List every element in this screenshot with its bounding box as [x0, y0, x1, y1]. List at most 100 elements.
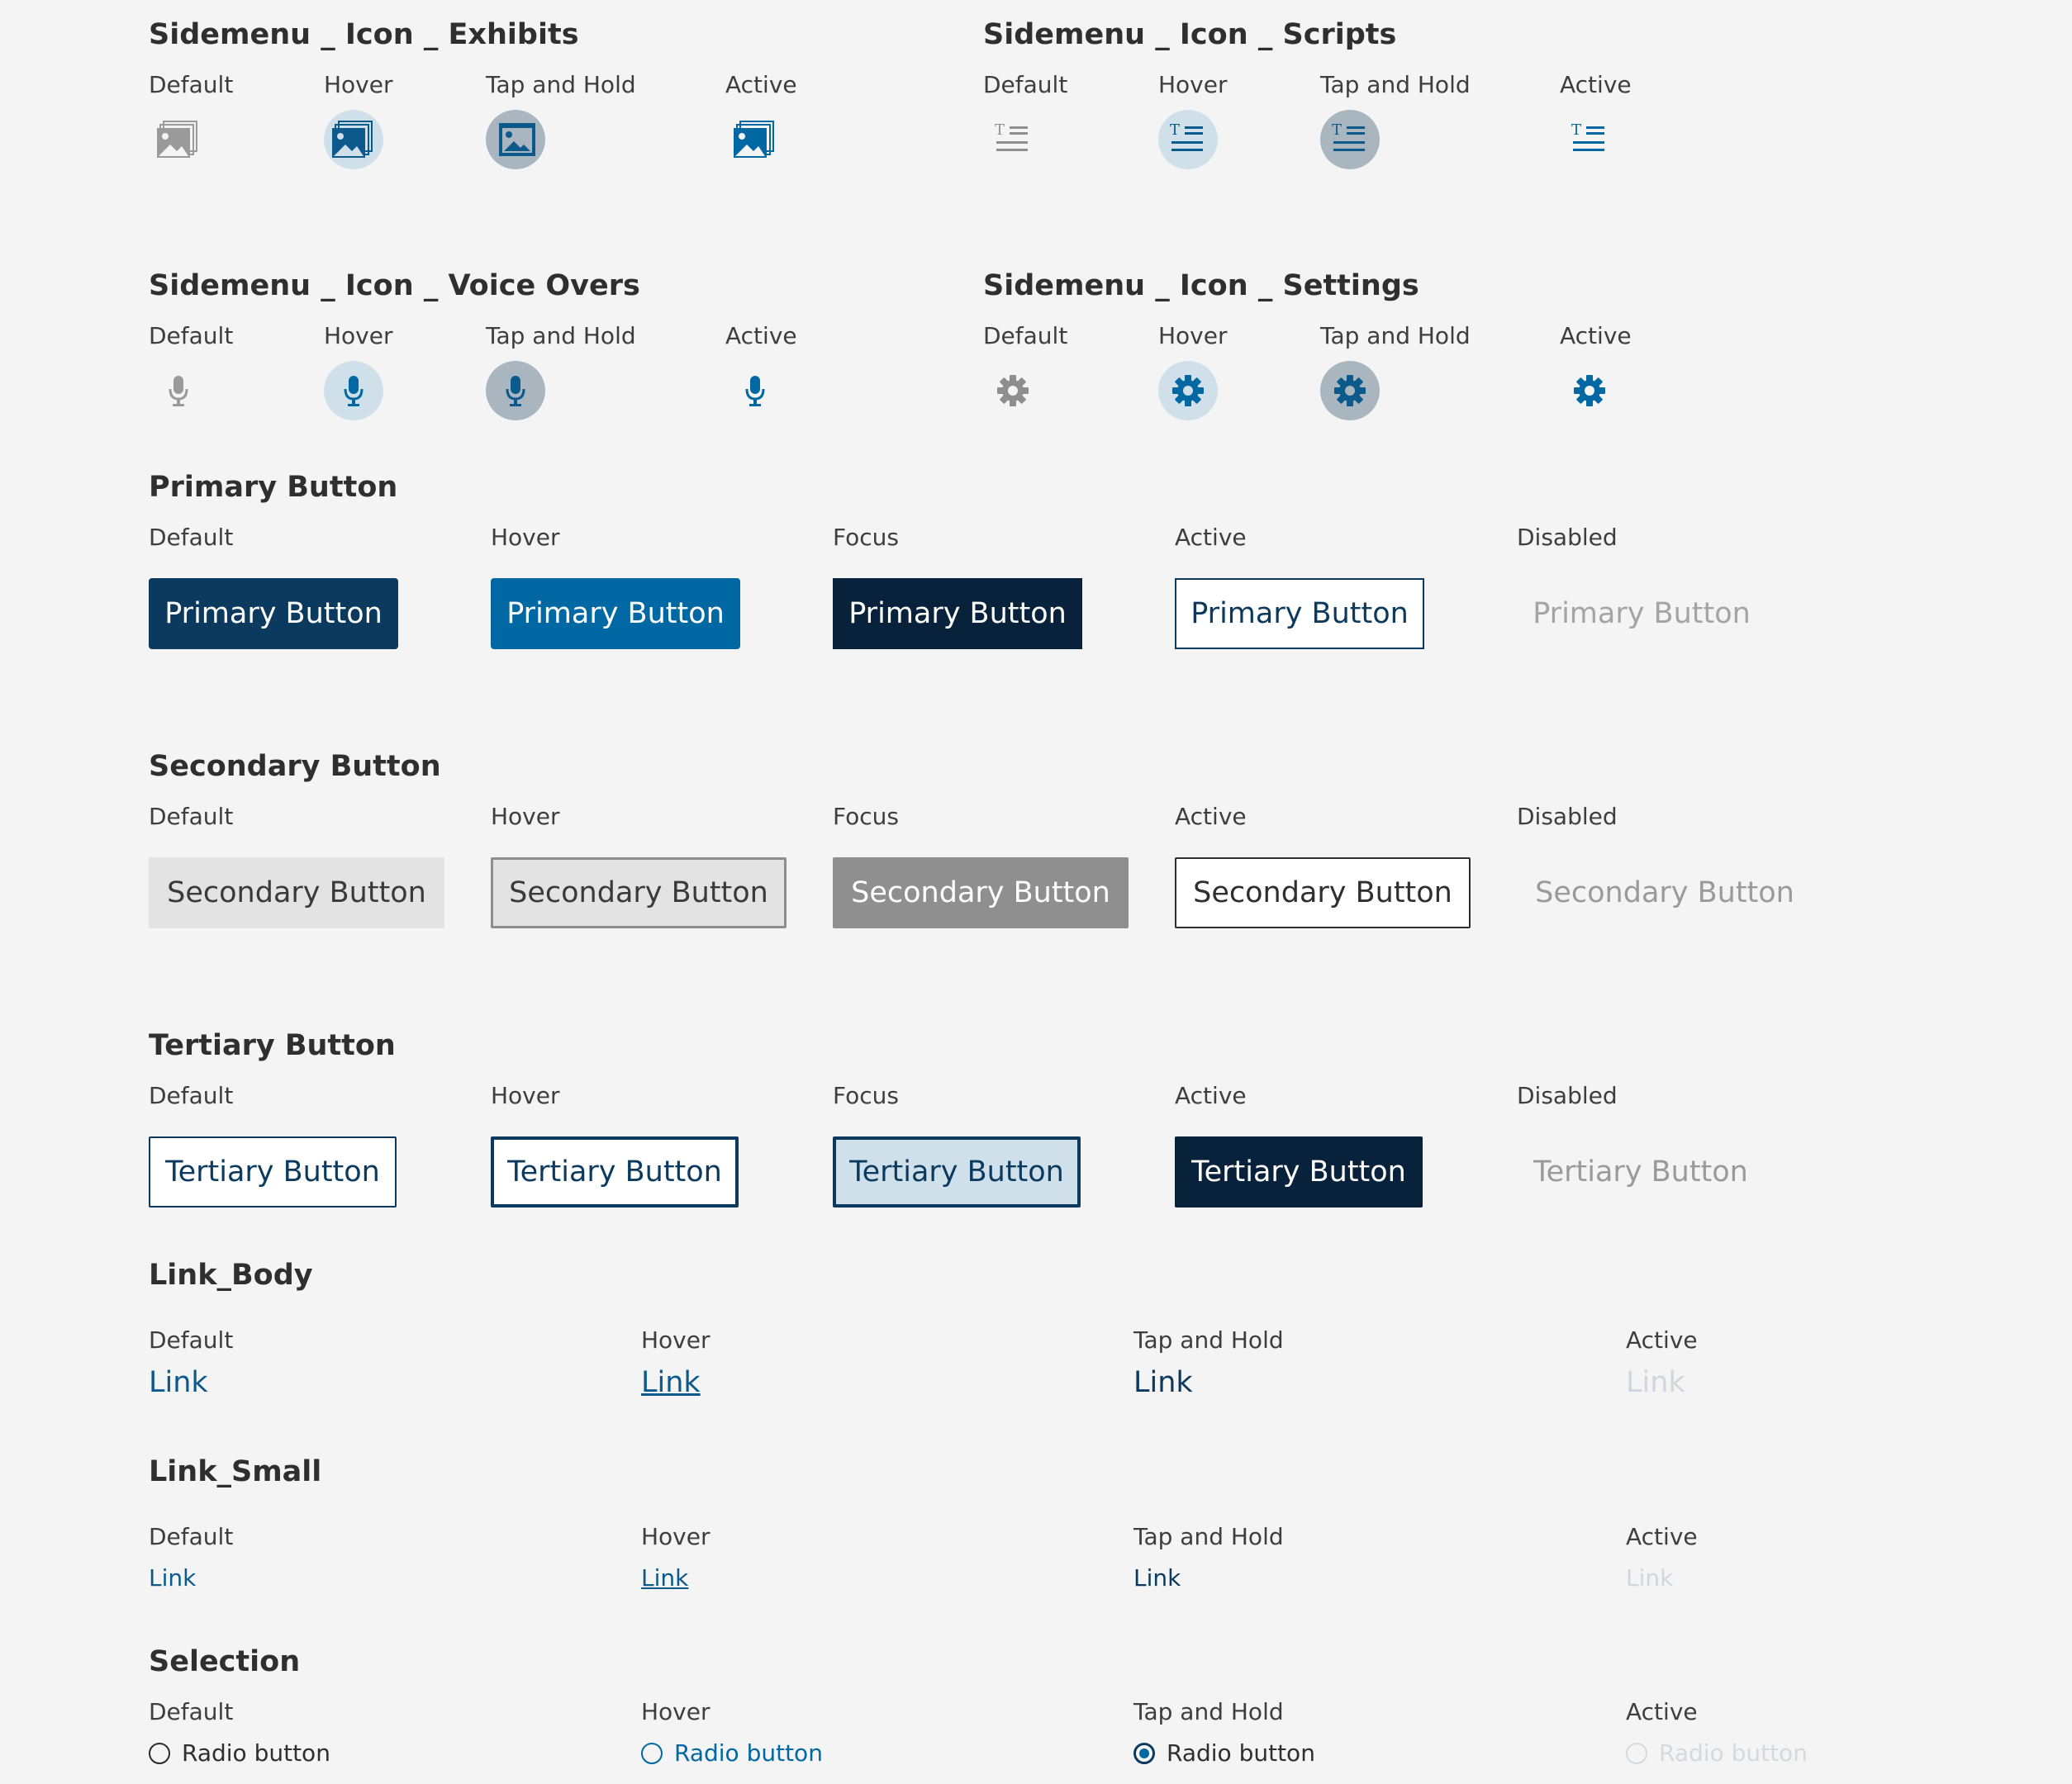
tertiary-button-hover[interactable]: Tertiary Button	[491, 1136, 739, 1208]
primary-button-disabled: Primary Button	[1533, 597, 1751, 630]
scripts-default-button[interactable]: T	[983, 110, 1043, 169]
settings-active-button[interactable]	[1560, 361, 1619, 420]
section-title-link-body: Link_Body	[149, 1259, 313, 1292]
settings-default-button[interactable]	[983, 361, 1043, 420]
state-label-hover: Hover	[1158, 322, 1228, 349]
exhibits-hover-button[interactable]	[324, 110, 383, 169]
image-stack-icon	[499, 123, 535, 156]
state-label-disabled: Disabled	[1517, 1082, 1618, 1109]
state-label-tap-hold: Tap and Hold	[486, 322, 636, 349]
state-label-active: Active	[725, 322, 797, 349]
link-small-tap-hold[interactable]: Link	[1133, 1564, 1181, 1592]
section-title-selection: Selection	[149, 1645, 301, 1678]
secondary-button-hover[interactable]: Secondary Button	[491, 857, 787, 928]
gear-icon	[1172, 375, 1204, 406]
primary-button-active[interactable]: Primary Button	[1175, 578, 1424, 649]
radio-label: Radio button	[674, 1739, 823, 1767]
radio-button-tap-hold[interactable]: Radio button	[1133, 1739, 1315, 1767]
state-label-tap-hold: Tap and Hold	[486, 71, 636, 98]
secondary-button-default[interactable]: Secondary Button	[149, 857, 444, 928]
tertiary-button-active[interactable]: Tertiary Button	[1175, 1136, 1423, 1208]
link-body-default[interactable]: Link	[149, 1366, 208, 1399]
state-label-hover: Hover	[1158, 71, 1228, 98]
image-stack-icon	[157, 121, 197, 158]
gear-icon	[1334, 375, 1366, 406]
state-label-focus: Focus	[833, 1082, 899, 1109]
text-lines-icon: T	[1170, 121, 1203, 151]
primary-button-focus[interactable]: Primary Button	[833, 578, 1082, 649]
tertiary-button-default[interactable]: Tertiary Button	[149, 1136, 397, 1208]
state-label-default: Default	[983, 71, 1068, 98]
voice-overs-hover-button[interactable]	[324, 361, 383, 420]
state-label-hover: Hover	[491, 1082, 560, 1109]
voice-overs-active-button[interactable]	[725, 361, 785, 420]
link-small-hover[interactable]: Link	[641, 1564, 688, 1592]
state-label-default: Default	[149, 1523, 234, 1550]
state-label-hover: Hover	[324, 71, 393, 98]
gear-icon	[997, 375, 1029, 406]
link-small-default[interactable]: Link	[149, 1564, 196, 1592]
state-label-active: Active	[1175, 803, 1247, 830]
link-body-tap-hold[interactable]: Link	[1133, 1366, 1193, 1399]
scripts-hover-button[interactable]: T	[1158, 110, 1218, 169]
state-label-active: Active	[1175, 524, 1247, 551]
voice-overs-tap-hold-button[interactable]	[486, 361, 545, 420]
radio-label: Radio button	[1167, 1739, 1315, 1767]
state-label-default: Default	[149, 1326, 234, 1354]
state-label-default: Default	[983, 322, 1068, 349]
state-label-tap-hold: Tap and Hold	[1320, 71, 1471, 98]
state-label-tap-hold: Tap and Hold	[1133, 1698, 1284, 1725]
section-title-settings: Sidemenu _ Icon _ Settings	[983, 269, 1419, 302]
radio-button-active[interactable]: Radio button	[1626, 1739, 1808, 1767]
section-title-primary-button: Primary Button	[149, 471, 398, 504]
svg-text:T: T	[1571, 121, 1581, 139]
state-label-default: Default	[149, 71, 234, 98]
scripts-active-button[interactable]: T	[1560, 110, 1619, 169]
image-stack-icon	[332, 121, 373, 158]
state-label-default: Default	[149, 524, 234, 551]
secondary-button-focus[interactable]: Secondary Button	[833, 857, 1129, 928]
voice-overs-default-button[interactable]	[149, 361, 208, 420]
tertiary-button-disabled: Tertiary Button	[1533, 1155, 1748, 1189]
radio-button-hover[interactable]: Radio button	[641, 1739, 823, 1767]
link-body-active[interactable]: Link	[1626, 1366, 1685, 1399]
state-label-disabled: Disabled	[1517, 524, 1618, 551]
primary-button-hover[interactable]: Primary Button	[491, 578, 740, 649]
state-label-default: Default	[149, 322, 234, 349]
link-small-active[interactable]: Link	[1626, 1564, 1673, 1592]
radio-circle-icon	[149, 1742, 170, 1764]
state-label-hover: Hover	[491, 524, 560, 551]
microphone-icon	[745, 376, 765, 406]
settings-hover-button[interactable]	[1158, 361, 1218, 420]
tertiary-button-focus[interactable]: Tertiary Button	[833, 1136, 1081, 1208]
microphone-icon	[169, 376, 188, 406]
radio-button-default[interactable]: Radio button	[149, 1739, 330, 1767]
state-label-hover: Hover	[641, 1698, 710, 1725]
settings-tap-hold-button[interactable]	[1320, 361, 1380, 420]
state-label-active: Active	[1626, 1523, 1698, 1550]
state-label-tap-hold: Tap and Hold	[1320, 322, 1471, 349]
exhibits-active-button[interactable]	[725, 110, 785, 169]
section-title-secondary-button: Secondary Button	[149, 750, 441, 783]
state-label-focus: Focus	[833, 524, 899, 551]
section-title-scripts: Sidemenu _ Icon _ Scripts	[983, 18, 1397, 51]
scripts-tap-hold-button[interactable]: T	[1320, 110, 1380, 169]
text-lines-icon: T	[995, 121, 1028, 151]
state-label-hover: Hover	[491, 803, 560, 830]
state-label-active: Active	[1175, 1082, 1247, 1109]
state-label-hover: Hover	[641, 1523, 710, 1550]
secondary-button-active[interactable]: Secondary Button	[1175, 857, 1471, 928]
svg-text:T: T	[995, 121, 1005, 139]
text-lines-icon: T	[1332, 121, 1365, 151]
secondary-button-disabled: Secondary Button	[1535, 876, 1794, 909]
svg-text:T: T	[1170, 121, 1180, 139]
primary-button-default[interactable]: Primary Button	[149, 578, 398, 649]
exhibits-tap-hold-button[interactable]	[486, 110, 545, 169]
section-title-exhibits: Sidemenu _ Icon _ Exhibits	[149, 18, 579, 51]
exhibits-default-button[interactable]	[149, 110, 208, 169]
state-label-active: Active	[1626, 1326, 1698, 1354]
state-label-active: Active	[1626, 1698, 1698, 1725]
link-body-hover[interactable]: Link	[641, 1366, 701, 1399]
gear-icon	[1574, 375, 1605, 406]
svg-text:T: T	[1332, 121, 1342, 139]
